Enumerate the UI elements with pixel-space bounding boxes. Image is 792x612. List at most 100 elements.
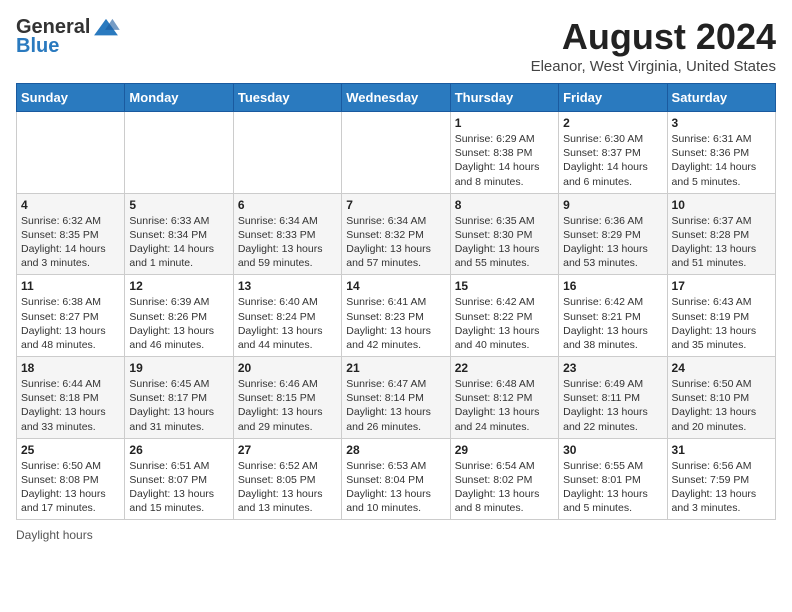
calendar-day-cell: [125, 112, 233, 194]
calendar-day-header: Saturday: [667, 84, 775, 112]
day-info: Sunrise: 6:46 AM Sunset: 8:15 PM Dayligh…: [238, 378, 323, 433]
day-number: 5: [129, 198, 228, 212]
day-info: Sunrise: 6:50 AM Sunset: 8:10 PM Dayligh…: [672, 378, 757, 433]
calendar-day-cell: 15 Sunrise: 6:42 AM Sunset: 8:22 PM Dayli…: [450, 275, 558, 357]
day-info: Sunrise: 6:42 AM Sunset: 8:21 PM Dayligh…: [563, 296, 648, 351]
day-info: Sunrise: 6:47 AM Sunset: 8:14 PM Dayligh…: [346, 378, 431, 433]
calendar-day-cell: 12 Sunrise: 6:39 AM Sunset: 8:26 PM Dayli…: [125, 275, 233, 357]
day-info: Sunrise: 6:48 AM Sunset: 8:12 PM Dayligh…: [455, 378, 540, 433]
calendar-day-cell: [233, 112, 341, 194]
calendar-day-cell: 24 Sunrise: 6:50 AM Sunset: 8:10 PM Dayli…: [667, 357, 775, 439]
day-info: Sunrise: 6:55 AM Sunset: 8:01 PM Dayligh…: [563, 460, 648, 515]
day-number: 13: [238, 279, 337, 293]
calendar-day-cell: 26 Sunrise: 6:51 AM Sunset: 8:07 PM Dayli…: [125, 438, 233, 520]
day-number: 8: [455, 198, 554, 212]
calendar-day-header: Tuesday: [233, 84, 341, 112]
calendar-day-header: Monday: [125, 84, 233, 112]
calendar-day-cell: 5Sunrise: 6:33 AM Sunset: 8:34 PM Daylig…: [125, 193, 233, 275]
calendar-day-cell: 10Sunrise: 6:37 AM Sunset: 8:28 PM Dayli…: [667, 193, 775, 275]
day-number: 6: [238, 198, 337, 212]
day-number: 17: [672, 279, 771, 293]
day-info: Sunrise: 6:32 AM Sunset: 8:35 PM Dayligh…: [21, 215, 106, 270]
day-number: 2: [563, 116, 662, 130]
day-info: Sunrise: 6:43 AM Sunset: 8:19 PM Dayligh…: [672, 296, 757, 351]
calendar-day-cell: 29 Sunrise: 6:54 AM Sunset: 8:02 PM Dayli…: [450, 438, 558, 520]
day-number: 4: [21, 198, 120, 212]
calendar-day-cell: 27 Sunrise: 6:52 AM Sunset: 8:05 PM Dayli…: [233, 438, 341, 520]
day-info: Sunrise: 6:45 AM Sunset: 8:17 PM Dayligh…: [129, 378, 214, 433]
calendar-day-cell: 8 Sunrise: 6:35 AM Sunset: 8:30 PM Daylig…: [450, 193, 558, 275]
day-info: Sunrise: 6:30 AM Sunset: 8:37 PM Dayligh…: [563, 133, 648, 188]
logo-blue-text: Blue: [16, 35, 59, 58]
calendar-day-cell: 2 Sunrise: 6:30 AM Sunset: 8:37 PM Daylig…: [559, 112, 667, 194]
day-info: Sunrise: 6:54 AM Sunset: 8:02 PM Dayligh…: [455, 460, 540, 515]
day-number: 18: [21, 361, 120, 375]
calendar-day-cell: 14 Sunrise: 6:41 AM Sunset: 8:23 PM Dayli…: [342, 275, 450, 357]
day-info: Sunrise: 6:52 AM Sunset: 8:05 PM Dayligh…: [238, 460, 323, 515]
day-number: 1: [455, 116, 554, 130]
day-number: 27: [238, 443, 337, 457]
day-info: Sunrise: 6:53 AM Sunset: 8:04 PM Dayligh…: [346, 460, 431, 515]
calendar-day-cell: 30 Sunrise: 6:55 AM Sunset: 8:01 PM Dayli…: [559, 438, 667, 520]
day-number: 22: [455, 361, 554, 375]
calendar-table: SundayMondayTuesdayWednesdayThursdayFrid…: [16, 83, 776, 520]
calendar-day-cell: 16Sunrise: 6:42 AM Sunset: 8:21 PM Dayli…: [559, 275, 667, 357]
day-number: 26: [129, 443, 228, 457]
logo: General Blue: [16, 16, 120, 58]
calendar-day-header: Thursday: [450, 84, 558, 112]
calendar-day-cell: 11 Sunrise: 6:38 AM Sunset: 8:27 PM Dayli…: [17, 275, 125, 357]
calendar-day-cell: 19Sunrise: 6:45 AM Sunset: 8:17 PM Dayli…: [125, 357, 233, 439]
page-header: General Blue August 2024 Eleanor, West V…: [16, 16, 776, 75]
day-info: Sunrise: 6:51 AM Sunset: 8:07 PM Dayligh…: [129, 460, 214, 515]
calendar-day-cell: 17 Sunrise: 6:43 AM Sunset: 8:19 PM Dayli…: [667, 275, 775, 357]
day-number: 15: [455, 279, 554, 293]
day-number: 29: [455, 443, 554, 457]
day-info: Sunrise: 6:29 AM Sunset: 8:38 PM Dayligh…: [455, 133, 540, 188]
calendar-day-cell: 6Sunrise: 6:34 AM Sunset: 8:33 PM Daylig…: [233, 193, 341, 275]
calendar-day-cell: 28Sunrise: 6:53 AM Sunset: 8:04 PM Dayli…: [342, 438, 450, 520]
calendar-day-cell: 31 Sunrise: 6:56 AM Sunset: 7:59 PM Dayli…: [667, 438, 775, 520]
day-info: Sunrise: 6:49 AM Sunset: 8:11 PM Dayligh…: [563, 378, 648, 433]
day-info: Sunrise: 6:39 AM Sunset: 8:26 PM Dayligh…: [129, 296, 214, 351]
day-number: 20: [238, 361, 337, 375]
day-number: 14: [346, 279, 445, 293]
day-number: 21: [346, 361, 445, 375]
day-info: Sunrise: 6:40 AM Sunset: 8:24 PM Dayligh…: [238, 296, 323, 351]
calendar-week-row: 4 Sunrise: 6:32 AM Sunset: 8:35 PM Daylig…: [17, 193, 776, 275]
day-number: 31: [672, 443, 771, 457]
day-info: Sunrise: 6:42 AM Sunset: 8:22 PM Dayligh…: [455, 296, 540, 351]
day-info: Sunrise: 6:38 AM Sunset: 8:27 PM Dayligh…: [21, 296, 106, 351]
day-info: Sunrise: 6:34 AM Sunset: 8:32 PM Dayligh…: [346, 215, 431, 270]
calendar-day-cell: [17, 112, 125, 194]
day-number: 7: [346, 198, 445, 212]
day-number: 3: [672, 116, 771, 130]
day-number: 25: [21, 443, 120, 457]
day-number: 23: [563, 361, 662, 375]
day-number: 11: [21, 279, 120, 293]
day-number: 12: [129, 279, 228, 293]
day-number: 24: [672, 361, 771, 375]
calendar-day-header: Friday: [559, 84, 667, 112]
calendar-footer: Daylight hours: [16, 528, 776, 542]
calendar-day-cell: 1 Sunrise: 6:29 AM Sunset: 8:38 PM Daylig…: [450, 112, 558, 194]
calendar-week-row: 11 Sunrise: 6:38 AM Sunset: 8:27 PM Dayli…: [17, 275, 776, 357]
day-info: Sunrise: 6:56 AM Sunset: 7:59 PM Dayligh…: [672, 460, 757, 515]
title-area: August 2024 Eleanor, West Virginia, Unit…: [531, 16, 776, 75]
calendar-week-row: 1 Sunrise: 6:29 AM Sunset: 8:38 PM Daylig…: [17, 112, 776, 194]
page-title: August 2024: [531, 16, 776, 58]
calendar-day-cell: [342, 112, 450, 194]
calendar-week-row: 18Sunrise: 6:44 AM Sunset: 8:18 PM Dayli…: [17, 357, 776, 439]
calendar-day-header: Sunday: [17, 84, 125, 112]
day-info: Sunrise: 6:41 AM Sunset: 8:23 PM Dayligh…: [346, 296, 431, 351]
daylight-label: Daylight hours: [16, 528, 93, 542]
day-info: Sunrise: 6:50 AM Sunset: 8:08 PM Dayligh…: [21, 460, 106, 515]
day-number: 30: [563, 443, 662, 457]
day-info: Sunrise: 6:31 AM Sunset: 8:36 PM Dayligh…: [672, 133, 757, 188]
calendar-day-cell: 9Sunrise: 6:36 AM Sunset: 8:29 PM Daylig…: [559, 193, 667, 275]
calendar-day-cell: 18Sunrise: 6:44 AM Sunset: 8:18 PM Dayli…: [17, 357, 125, 439]
calendar-day-cell: 3 Sunrise: 6:31 AM Sunset: 8:36 PM Daylig…: [667, 112, 775, 194]
calendar-day-cell: 20 Sunrise: 6:46 AM Sunset: 8:15 PM Dayli…: [233, 357, 341, 439]
calendar-day-cell: 13 Sunrise: 6:40 AM Sunset: 8:24 PM Dayli…: [233, 275, 341, 357]
day-info: Sunrise: 6:35 AM Sunset: 8:30 PM Dayligh…: [455, 215, 540, 270]
page-subtitle: Eleanor, West Virginia, United States: [531, 58, 776, 75]
